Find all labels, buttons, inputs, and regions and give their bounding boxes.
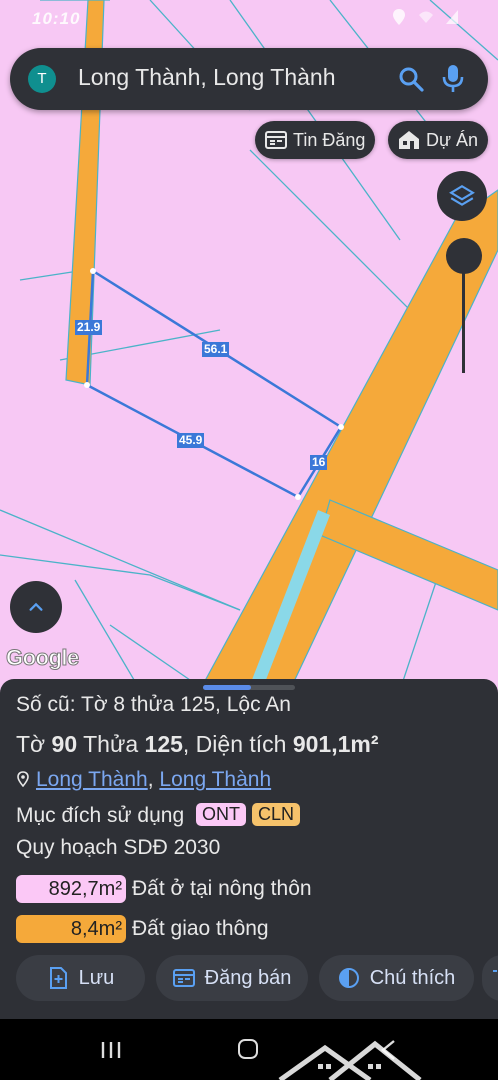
recents-icon[interactable] (100, 1041, 122, 1059)
area-value-residential: 892,7m² (16, 875, 126, 903)
area-row-residential: 892,7m² Đất ở tại nông thôn (16, 875, 312, 903)
area-label-road: Đất giao thông (132, 917, 269, 940)
more-icon (493, 970, 497, 972)
legend-button[interactable]: Chú thích (319, 955, 474, 1001)
area-value-road: 8,4m² (16, 915, 126, 943)
google-logo: Google (6, 645, 80, 671)
status-icons (392, 9, 458, 25)
location-link-commune[interactable]: Long Thành (159, 768, 271, 791)
edge-label-south: 45.9 (177, 433, 205, 448)
chevron-up-icon (29, 602, 43, 611)
opacity-slider-knob[interactable] (446, 238, 482, 274)
search-icon[interactable] (398, 66, 424, 92)
tin-dang-label: Tin Đăng (293, 129, 366, 150)
tin-dang-chip[interactable]: Tin Đăng (255, 121, 376, 159)
edge-label-west: 21.9 (75, 320, 103, 335)
layers-icon (449, 184, 475, 206)
area-label-residential: Đất ở tại nông thôn (132, 877, 312, 900)
legend-label: Chú thích (369, 966, 456, 989)
location-separator: , (147, 768, 154, 791)
house-watermark-icon (278, 1040, 422, 1080)
search-input[interactable]: Long Thành, Long Thành (78, 64, 336, 91)
thua-value: 125 (144, 731, 183, 757)
old-reference: Số cũ: Tờ 8 thửa 125, Lộc An (16, 693, 291, 716)
edge-label-east: 16 (310, 455, 328, 470)
dien-tich-label: , Diện tích (182, 731, 287, 757)
to-label: Tờ (16, 731, 46, 757)
muc-dich-label: Mục đích sử dụng (16, 804, 185, 827)
expand-up-button[interactable] (10, 581, 62, 633)
tag-ont: ONT (196, 803, 246, 826)
du-an-chip[interactable]: Dự Án (388, 121, 489, 159)
listing-icon (265, 131, 287, 149)
tag-cln: CLN (252, 803, 301, 826)
contrast-icon (338, 968, 359, 988)
status-time: 10:10 (32, 9, 81, 28)
status-bar: 10:10 (0, 0, 498, 38)
muc-dich-row: Mục đích sử dụng ONT CLN (16, 803, 301, 828)
sell-button[interactable]: Đăng bán (156, 955, 308, 1001)
avatar[interactable]: T (28, 65, 56, 93)
building-icon (399, 131, 419, 149)
sell-label: Đăng bán (204, 966, 292, 989)
pin-icon (17, 771, 29, 787)
listing-icon (172, 969, 195, 987)
du-an-label: Dự Án (426, 129, 479, 150)
sheet-handle[interactable] (203, 685, 295, 690)
dien-tich-value: 901,1m² (292, 731, 379, 757)
parcel-summary: Tờ 90 Thửa 125, Diện tích 901,1m² (16, 731, 379, 758)
layers-button[interactable] (437, 171, 487, 221)
location-status-icon (392, 9, 406, 25)
thua-label: Thửa (83, 731, 139, 757)
search-bar[interactable]: T Long Thành, Long Thành (10, 48, 488, 110)
save-label: Lưu (78, 966, 115, 989)
parcel-info-sheet[interactable]: Số cũ: Tờ 8 thửa 125, Lộc An Tờ 90 Thửa … (0, 679, 498, 1019)
location-row: Long Thành, Long Thành (16, 768, 271, 792)
wifi-icon (418, 9, 433, 25)
more-button-partial[interactable] (482, 955, 498, 1001)
save-doc-icon (49, 967, 67, 989)
location-link-district[interactable]: Long Thành (36, 768, 148, 791)
home-icon[interactable] (238, 1039, 258, 1059)
battery-icon (444, 9, 458, 25)
quy-hoach: Quy hoạch SDĐ 2030 (16, 836, 221, 859)
mic-icon[interactable] (440, 64, 466, 94)
save-button[interactable]: Lưu (16, 955, 145, 1001)
area-row-road: 8,4m² Đất giao thông (16, 915, 269, 943)
to-value: 90 (51, 731, 78, 757)
edge-label-north: 56.1 (202, 342, 230, 357)
